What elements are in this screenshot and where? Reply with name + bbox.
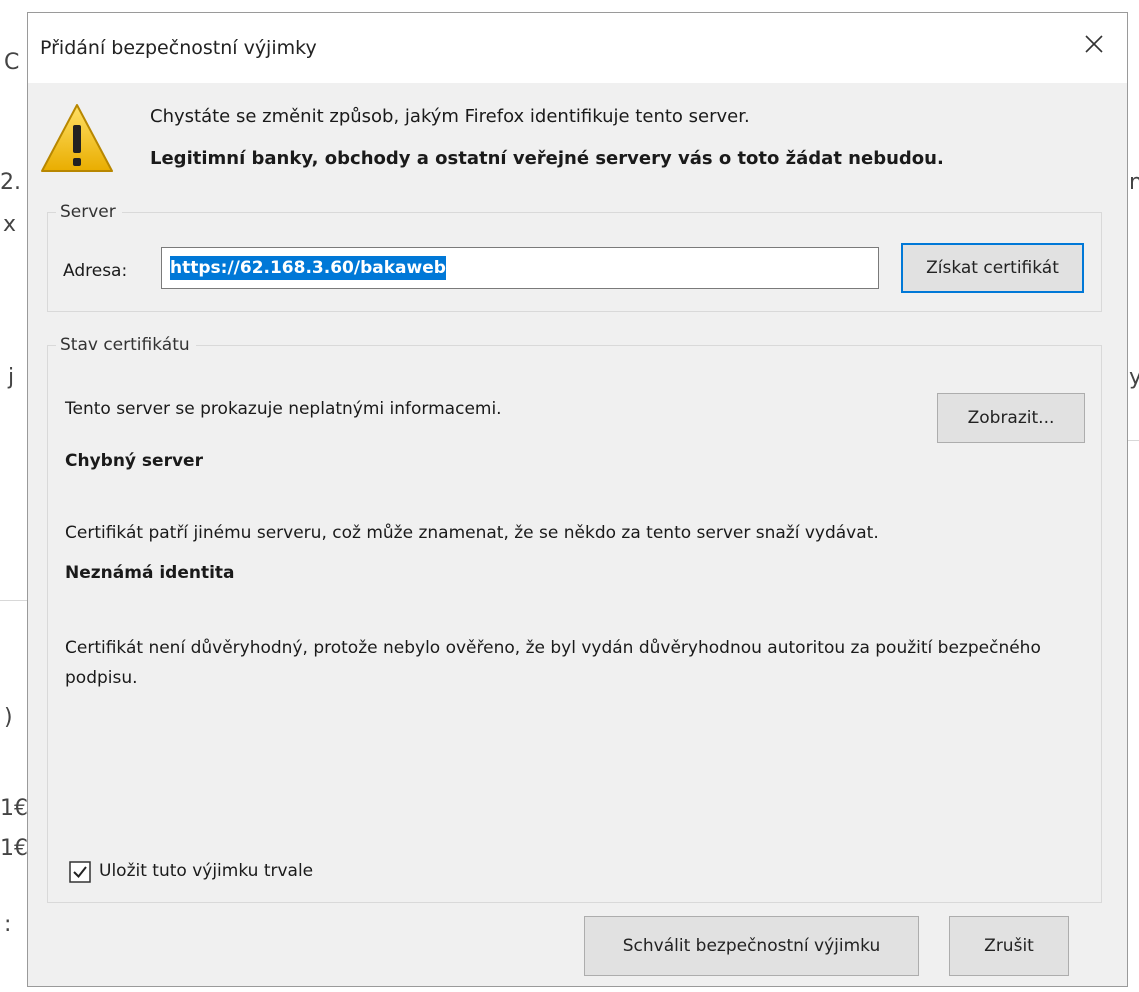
dialog-title: Přidání bezpečnostní výjimky (40, 37, 317, 59)
intro-warning-text: Legitimní banky, obchody a ostatní veřej… (150, 148, 944, 169)
background-divider (1128, 440, 1139, 441)
issue-title-unknown-identity: Neznámá identita (65, 563, 235, 583)
intro-text: Chystáte se změnit způsob, jakým Firefox… (150, 106, 750, 127)
background-text: y (1129, 365, 1139, 390)
checkbox-icon[interactable] (69, 861, 91, 883)
certificate-status-text: Tento server se prokazuje neplatnými inf… (65, 399, 502, 419)
issue-title-wrong-server: Chybný server (65, 451, 203, 471)
security-exception-dialog: Přidání bezpečnostní výjimky Chystáte se… (27, 12, 1128, 987)
cancel-button[interactable]: Zrušit (949, 916, 1069, 976)
certificate-status-legend: Stav certifikátu (60, 335, 190, 355)
background-text: 2. (0, 170, 21, 195)
issue-text-unknown-identity: Certifikát není důvěryhodný, protože neb… (65, 638, 1041, 688)
address-value: https://62.168.3.60/bakaweb (170, 256, 446, 280)
title-bar: Přidání bezpečnostní výjimky (28, 13, 1127, 83)
permanent-exception-label[interactable]: Uložit tuto výjimku trvale (99, 861, 313, 881)
address-label: Adresa: (63, 261, 128, 281)
background-text: ) (4, 705, 13, 730)
background-text: n (1129, 170, 1139, 195)
warning-icon (41, 104, 113, 172)
get-certificate-button[interactable]: Získat certifikát (901, 243, 1084, 293)
background-divider (0, 600, 27, 601)
approve-exception-button[interactable]: Schválit bezpečnostní výjimku (584, 916, 919, 976)
close-icon[interactable] (1079, 29, 1109, 59)
address-input[interactable]: https://62.168.3.60/bakaweb (161, 247, 879, 289)
background-text: C (4, 50, 20, 75)
background-text: 1€ (0, 796, 28, 821)
background-text: : (4, 912, 12, 937)
background-text: x (3, 212, 17, 237)
server-legend: Server (60, 202, 116, 222)
background-text: 1€ (0, 836, 28, 861)
background-text: j (8, 365, 15, 390)
view-button[interactable]: Zobrazit... (937, 393, 1085, 443)
issue-text-wrong-server: Certifikát patří jinému serveru, což můž… (65, 523, 879, 543)
